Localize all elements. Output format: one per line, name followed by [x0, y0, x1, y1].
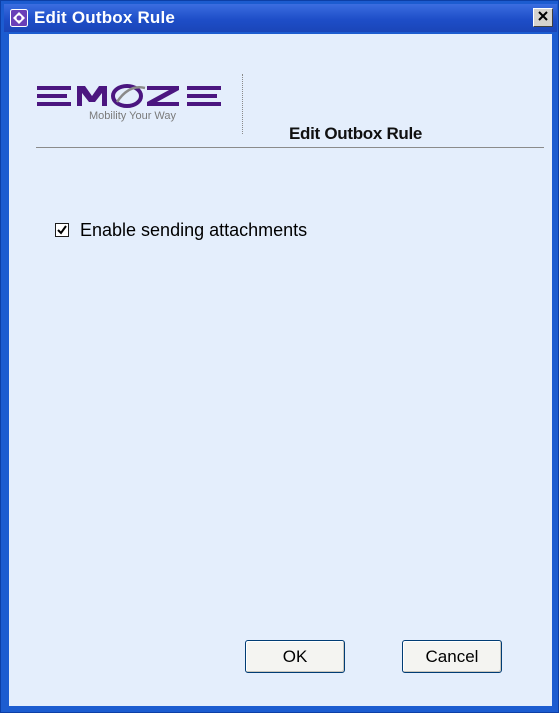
logo-tagline: Mobility Your Way — [89, 110, 177, 122]
dialog-window: Edit Outbox Rule Mobility Your Way Edit … — [0, 0, 559, 713]
ok-button[interactable]: OK — [245, 640, 345, 673]
close-icon — [537, 9, 549, 27]
window-title: Edit Outbox Rule — [34, 8, 176, 27]
title-bar[interactable]: Edit Outbox Rule — [4, 4, 557, 32]
header-divider — [242, 74, 243, 134]
cancel-button[interactable]: Cancel — [402, 640, 502, 673]
dialog-client-area: Mobility Your Way Edit Outbox Rule Enabl… — [9, 34, 552, 706]
header-separator — [36, 147, 544, 148]
app-icon — [10, 9, 28, 27]
enable-attachments-checkbox[interactable] — [55, 223, 69, 237]
checkmark-icon — [57, 225, 67, 235]
enable-attachments-label[interactable]: Enable sending attachments — [80, 220, 307, 241]
dialog-header: Mobility Your Way Edit Outbox Rule — [9, 34, 552, 145]
enable-attachments-option[interactable]: Enable sending attachments — [55, 220, 307, 240]
close-button[interactable] — [533, 8, 553, 27]
header-title: Edit Outbox Rule — [289, 124, 423, 143]
